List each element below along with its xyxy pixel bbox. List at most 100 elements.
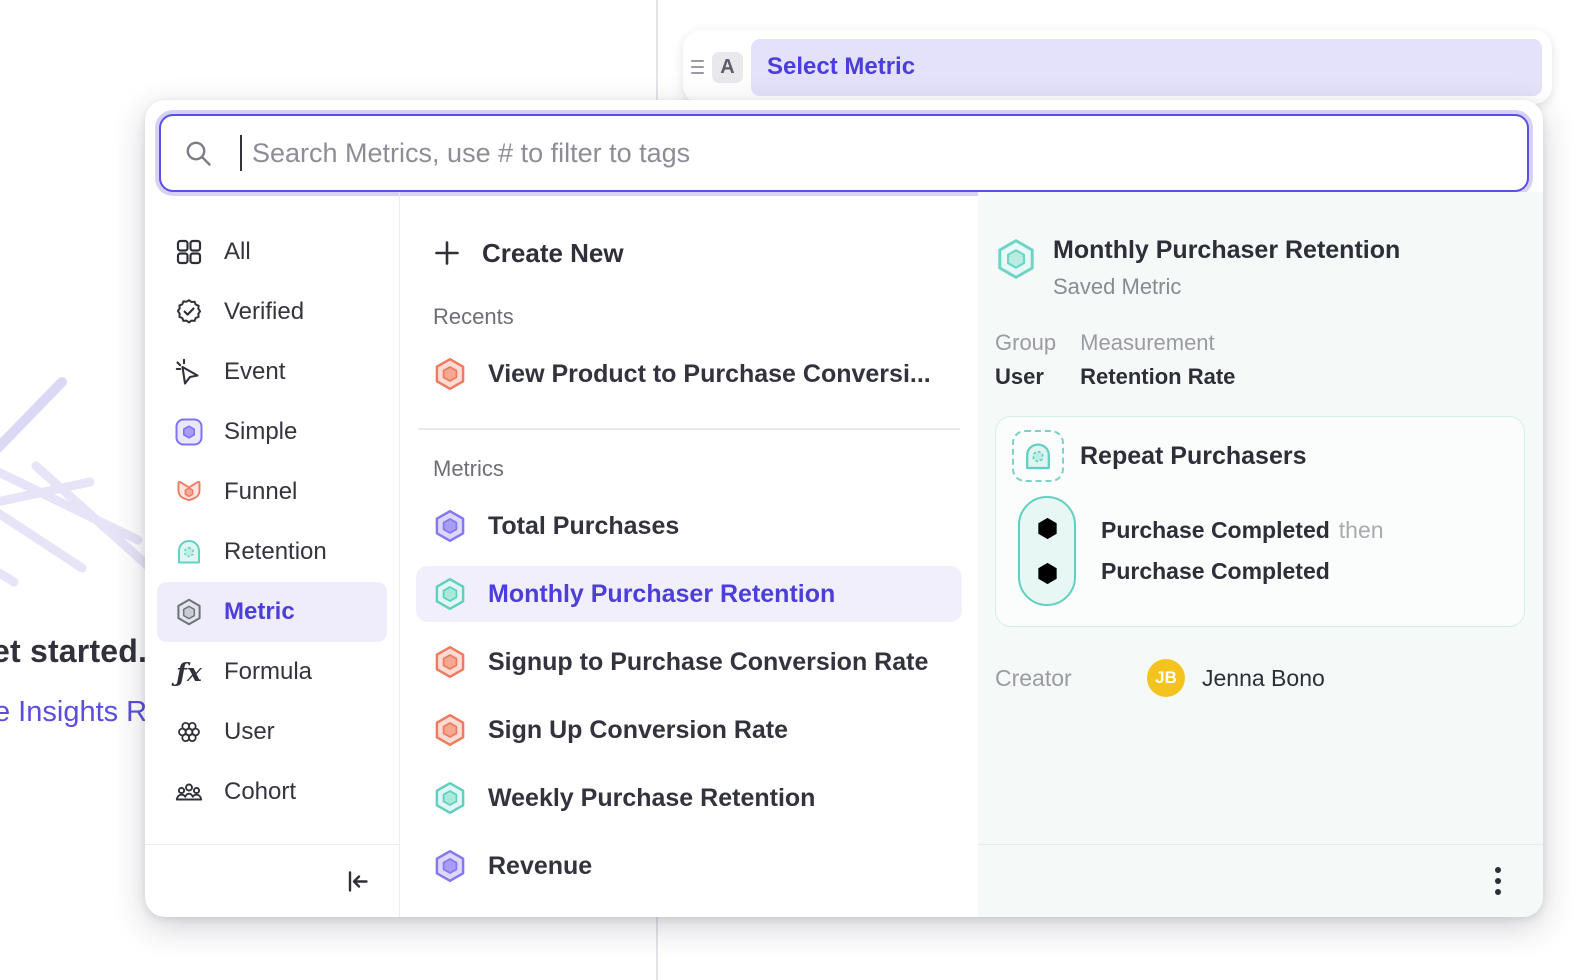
funnel-icon xyxy=(174,477,204,507)
metric-item-total-purchases[interactable]: Total Purchases xyxy=(416,498,962,554)
creator-name: Jenna Bono xyxy=(1202,665,1325,692)
metric-item-sign-up-conversion-rate[interactable]: Sign Up Conversion Rate xyxy=(416,702,962,758)
sidebar-item-label: Retention xyxy=(224,538,327,566)
create-new-button[interactable]: Create New xyxy=(400,228,978,278)
sidebar-item-label: All xyxy=(224,238,251,266)
text-caret xyxy=(240,135,242,171)
select-metric-label: Select Metric xyxy=(767,53,915,81)
simple-icon xyxy=(174,417,204,447)
metric-item-label: Total Purchases xyxy=(488,512,679,541)
metric-letter-badge: A xyxy=(712,52,743,83)
creator-label: Creator xyxy=(995,665,1147,692)
recent-item-view-product-to-purchase[interactable]: View Product to Purchase Conversi... xyxy=(416,346,962,402)
metric-picker-modal: All Verified Event xyxy=(145,100,1543,917)
collapse-left-icon xyxy=(344,868,371,895)
retention-definition-icon xyxy=(1012,430,1064,482)
retention-metric-hex-icon xyxy=(433,781,467,815)
recent-item-label: View Product to Purchase Conversi... xyxy=(488,360,931,389)
sidebar-item-formula[interactable]: ƒx Formula xyxy=(157,642,387,702)
creator-avatar: JB xyxy=(1147,659,1185,697)
event-sequence-capsule xyxy=(1018,496,1076,606)
user-cluster-icon xyxy=(174,717,204,747)
type-filter-sidebar: All Verified Event xyxy=(145,192,400,917)
background-link-fragment[interactable]: e Insights Re xyxy=(0,696,163,729)
simple-metric-hex-icon xyxy=(433,509,467,543)
sidebar-item-cohort[interactable]: Cohort xyxy=(157,762,387,822)
create-new-label: Create New xyxy=(482,238,624,269)
metric-details-panel: Monthly Purchaser Retention Saved Metric… xyxy=(978,192,1543,917)
search-icon xyxy=(183,138,214,169)
plus-icon xyxy=(433,239,461,267)
event-hex-icon xyxy=(1034,560,1061,587)
sidebar-item-user[interactable]: User xyxy=(157,702,387,762)
metric-item-label: Monthly Purchaser Retention xyxy=(488,580,835,609)
details-subtitle: Saved Metric xyxy=(1053,274,1400,300)
sidebar-item-funnel[interactable]: Funnel xyxy=(157,462,387,522)
cohort-people-icon xyxy=(174,777,204,807)
verified-badge-icon xyxy=(174,297,204,327)
measurement-field: Measurement Retention Rate xyxy=(1080,330,1235,390)
grid-icon xyxy=(174,237,204,267)
collapse-sidebar-button[interactable] xyxy=(344,868,371,895)
simple-metric-hex-icon xyxy=(433,849,467,883)
select-metric-bar: A Select Metric xyxy=(683,30,1552,104)
then-connector: then xyxy=(1339,517,1384,543)
group-label: Group xyxy=(995,330,1056,356)
sidebar-item-label: Funnel xyxy=(224,478,297,506)
sidebar-item-retention[interactable]: Retention xyxy=(157,522,387,582)
retention-icon xyxy=(174,537,204,567)
sidebar-item-label: Metric xyxy=(224,598,295,626)
retention-metric-hex-icon xyxy=(433,577,467,611)
sidebar-item-all[interactable]: All xyxy=(157,222,387,282)
definition-name: Repeat Purchasers xyxy=(1080,442,1307,471)
event-hex-icon xyxy=(1034,515,1061,542)
metric-item-label: Signup to Purchase Conversion Rate xyxy=(488,648,928,677)
sidebar-item-label: Event xyxy=(224,358,285,386)
metric-item-monthly-purchaser-retention[interactable]: Monthly Purchaser Retention xyxy=(416,566,962,622)
metric-item-signup-to-purchase-conversion-rate[interactable]: Signup to Purchase Conversion Rate xyxy=(416,634,962,690)
group-value: User xyxy=(995,364,1056,390)
sidebar-item-label: Cohort xyxy=(224,778,296,806)
details-title: Monthly Purchaser Retention xyxy=(1053,236,1400,265)
list-divider xyxy=(418,428,960,430)
measurement-value: Retention Rate xyxy=(1080,364,1235,390)
metric-hexagon-icon xyxy=(174,597,204,627)
metric-item-label: Revenue xyxy=(488,852,592,881)
metric-item-revenue[interactable]: Revenue xyxy=(416,838,962,894)
metric-item-weekly-purchase-retention[interactable]: Weekly Purchase Retention xyxy=(416,770,962,826)
definition-step-2: Purchase Completed xyxy=(1101,558,1384,585)
sidebar-item-label: User xyxy=(224,718,275,746)
funnel-metric-hex-icon xyxy=(433,645,467,679)
definition-step-1: Purchase Completedthen xyxy=(1101,517,1384,544)
event-cursor-icon xyxy=(174,357,204,387)
measurement-label: Measurement xyxy=(1080,330,1235,356)
sidebar-item-label: Simple xyxy=(224,418,297,446)
search-box[interactable] xyxy=(159,114,1529,192)
sidebar-item-simple[interactable]: Simple xyxy=(157,402,387,462)
definition-card: Repeat Purchasers Purchase Completedthen… xyxy=(995,416,1525,627)
sidebar-item-verified[interactable]: Verified xyxy=(157,282,387,342)
metric-item-label: Weekly Purchase Retention xyxy=(488,784,815,813)
sidebar-item-label: Verified xyxy=(224,298,304,326)
sidebar-item-metric[interactable]: Metric xyxy=(157,582,387,642)
sidebar-item-event[interactable]: Event xyxy=(157,342,387,402)
metric-list-panel: Create New Recents View Product to Purch… xyxy=(400,192,978,917)
creator-row: Creator JB Jenna Bono xyxy=(995,659,1525,697)
retention-metric-hex-icon xyxy=(995,238,1037,280)
search-input[interactable] xyxy=(252,138,1505,169)
sidebar-footer xyxy=(145,844,399,917)
funnel-metric-hex-icon xyxy=(433,357,467,391)
recents-section-label: Recents xyxy=(400,304,978,330)
formula-fx-icon: ƒx xyxy=(174,658,204,687)
sidebar-item-label: Formula xyxy=(224,658,312,686)
group-field: Group User xyxy=(995,330,1056,390)
details-footer xyxy=(978,844,1543,917)
metric-item-label: Sign Up Conversion Rate xyxy=(488,716,788,745)
more-options-button[interactable] xyxy=(1495,867,1501,895)
kebab-icon xyxy=(1495,867,1501,873)
background-headline-fragment: et started. xyxy=(0,633,147,670)
funnel-metric-hex-icon xyxy=(433,713,467,747)
select-metric-pill[interactable]: Select Metric xyxy=(751,39,1542,96)
metrics-section-label: Metrics xyxy=(400,456,978,482)
drag-handle-icon[interactable] xyxy=(689,60,704,74)
